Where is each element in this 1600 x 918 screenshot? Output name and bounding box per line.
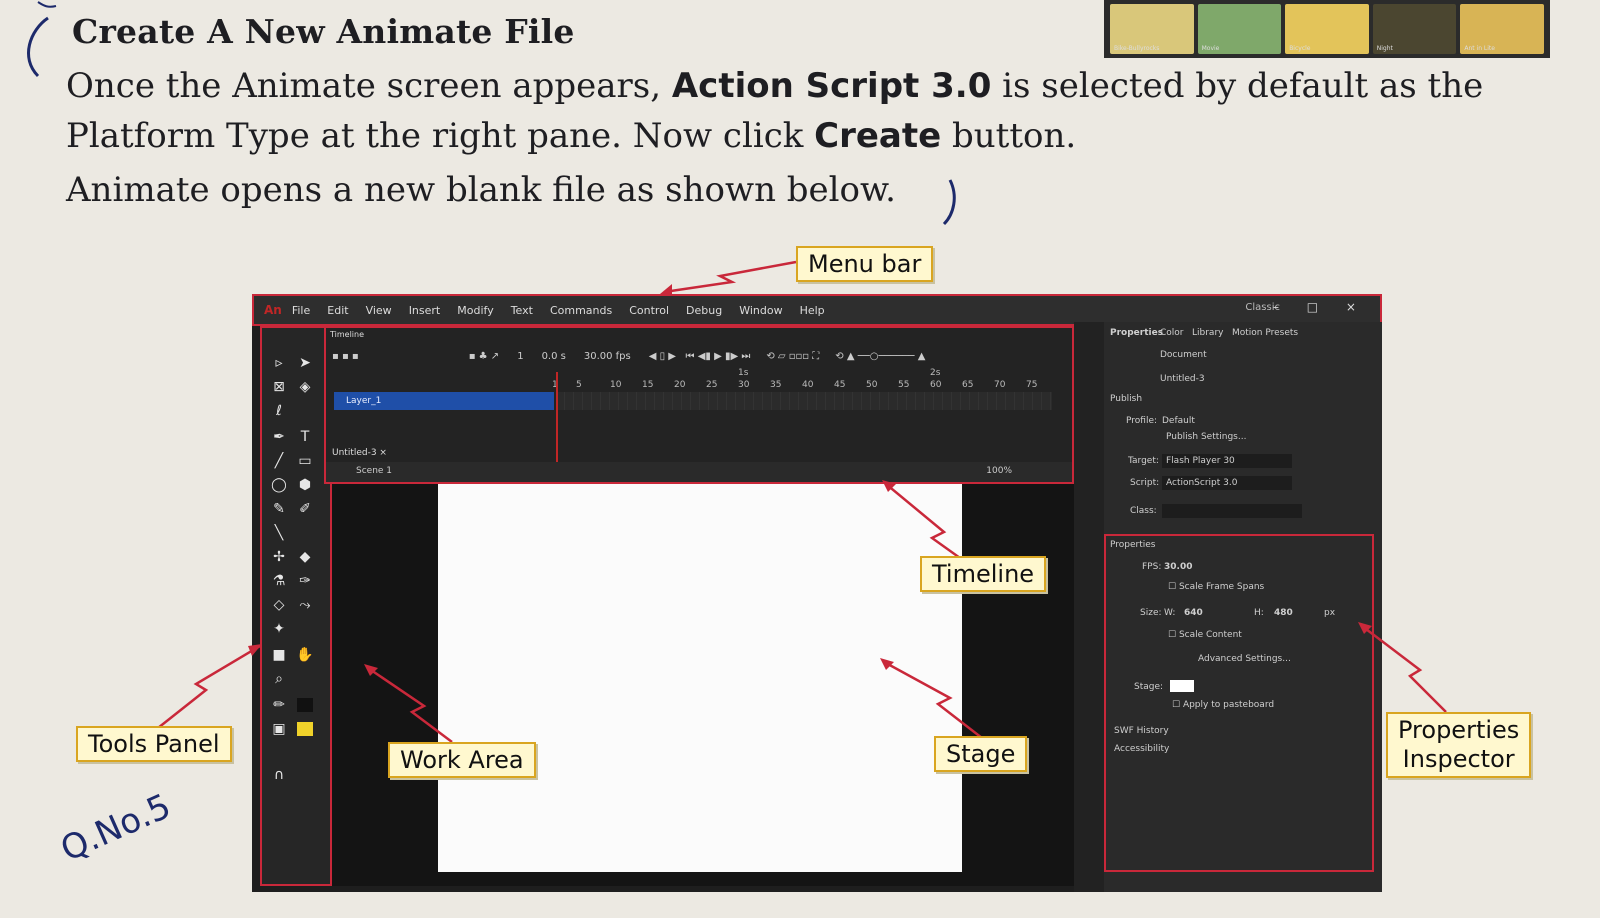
callout-tools-panel: Tools Panel — [76, 726, 232, 762]
callout-menu-bar: Menu bar — [796, 246, 934, 282]
callout-stage: Stage — [934, 736, 1028, 772]
callout-properties-inspector: Properties Inspector — [1386, 712, 1532, 778]
callout-work-area: Work Area — [388, 742, 536, 778]
callout-timeline: Timeline — [920, 556, 1047, 592]
callout-arrows — [157, 260, 1447, 743]
